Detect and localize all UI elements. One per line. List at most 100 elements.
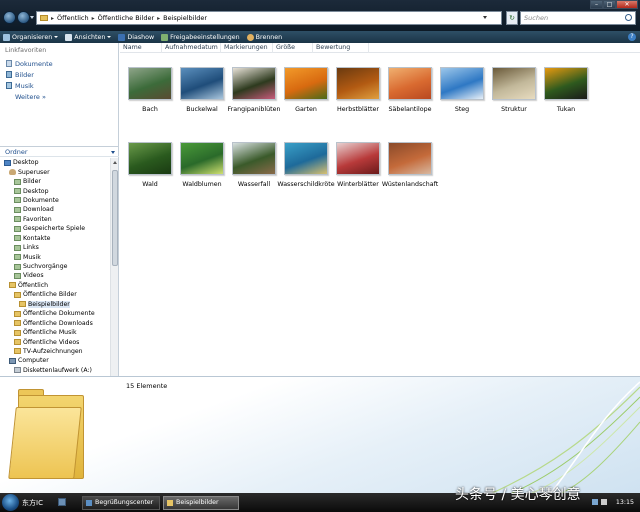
tree-item[interactable]: Bilder xyxy=(0,177,110,186)
image-thumbnail[interactable] xyxy=(128,67,172,100)
volume-icon[interactable] xyxy=(601,499,607,505)
maximize-button[interactable]: □ xyxy=(603,0,616,9)
favorites-title: Linkfavoriten xyxy=(5,47,47,54)
tree-item[interactable]: Desktop xyxy=(0,158,110,167)
column-size[interactable]: Größe xyxy=(273,43,313,53)
folder-tree: Desktop Superuser Bilder Desktop Dokumente Do… xyxy=(0,158,110,376)
tree-item[interactable]: Suchvorgänge xyxy=(0,262,110,271)
help-icon[interactable]: ? xyxy=(628,33,636,41)
column-date[interactable]: Aufnahmedatum xyxy=(162,43,221,53)
chevron-down-icon xyxy=(54,36,59,38)
window-controls: – □ ✕ xyxy=(590,0,638,9)
tree-item[interactable]: Öffentliche Videos xyxy=(0,337,110,346)
tree-item[interactable]: Desktop xyxy=(0,186,110,195)
file-name: Tukan xyxy=(556,106,576,113)
refresh-button[interactable]: ↻ xyxy=(506,11,518,25)
tree-item[interactable]: Öffentliche Dokumente xyxy=(0,309,110,318)
recent-pages-dropdown[interactable] xyxy=(30,16,34,19)
slideshow-button[interactable]: Diashow xyxy=(118,33,154,41)
tree-item[interactable]: Dokumente xyxy=(0,196,110,205)
chevron-right-icon[interactable]: ▸ xyxy=(157,15,160,22)
chevron-right-icon[interactable]: ▸ xyxy=(51,15,54,22)
image-thumbnail[interactable] xyxy=(180,67,224,100)
image-thumbnail[interactable] xyxy=(492,67,536,100)
network-icon[interactable] xyxy=(592,499,598,505)
navigation-pane: Linkfavoriten Dokumente Bilder Musik Wei… xyxy=(0,43,119,419)
image-thumbnail[interactable] xyxy=(232,142,276,175)
organize-button[interactable]: Organisieren xyxy=(3,33,59,41)
image-thumbnail[interactable] xyxy=(284,142,328,175)
library-folder-icon xyxy=(14,235,21,242)
minimize-button[interactable]: – xyxy=(590,0,603,9)
show-desktop-icon[interactable] xyxy=(58,498,66,506)
tree-item[interactable]: Beispielbilder xyxy=(0,300,110,309)
forward-button[interactable] xyxy=(17,11,30,24)
image-thumbnail[interactable] xyxy=(128,142,172,175)
chevron-right-icon[interactable]: ▸ xyxy=(92,15,95,22)
address-field[interactable]: ▸ Öffentlich ▸ Öffentliche Bilder ▸ Beis… xyxy=(36,11,502,25)
tree-item[interactable]: Gespeicherte Spiele xyxy=(0,224,110,233)
tree-item[interactable]: Download xyxy=(0,205,110,214)
tree-item[interactable]: Öffentliche Downloads xyxy=(0,318,110,327)
favorite-item-music[interactable]: Musik xyxy=(6,80,53,91)
column-rating[interactable]: Bewertung xyxy=(313,43,369,53)
task-welcome-center[interactable]: Begrüßungscenter xyxy=(82,496,160,510)
favorite-item-documents[interactable]: Dokumente xyxy=(6,58,53,69)
image-thumbnail[interactable] xyxy=(388,67,432,100)
image-thumbnail[interactable] xyxy=(336,67,380,100)
folders-label: Ordner xyxy=(5,148,28,156)
tree-item[interactable]: Öffentliche Musik xyxy=(0,328,110,337)
task-sample-pictures[interactable]: Beispielbilder xyxy=(163,496,239,510)
file-list-pane: Name Aufnahmedatum Markierungen Größe Be… xyxy=(120,43,640,376)
clock[interactable]: 13:15 xyxy=(616,499,634,506)
address-dropdown-icon[interactable] xyxy=(483,16,487,19)
sharing-button[interactable]: Freigabeeinstellungen xyxy=(161,33,240,41)
library-folder-icon xyxy=(14,216,21,223)
image-thumbnail[interactable] xyxy=(388,142,432,175)
column-tags[interactable]: Markierungen xyxy=(221,43,273,53)
tree-item[interactable]: Musik xyxy=(0,252,110,261)
scroll-up-icon[interactable] xyxy=(113,161,117,164)
tree-item[interactable]: TV-Aufzeichnungen xyxy=(0,347,110,356)
drive-icon xyxy=(14,367,21,374)
file-tile[interactable]: Wüstenlandschaft xyxy=(378,142,442,188)
search-icon[interactable] xyxy=(625,14,632,21)
image-thumbnail[interactable] xyxy=(544,67,588,100)
tree-item-label: Desktop xyxy=(23,187,49,195)
folders-header[interactable]: Ordner xyxy=(0,146,119,157)
burn-button[interactable]: Brennen xyxy=(246,33,282,41)
image-thumbnail[interactable] xyxy=(440,67,484,100)
tree-item[interactable]: Öffentlich xyxy=(0,281,110,290)
tree-item[interactable]: Öffentliche Bilder xyxy=(0,290,110,299)
tree-item[interactable]: Superuser xyxy=(0,167,110,176)
command-bar: Organisieren Ansichten Diashow Freigabee… xyxy=(0,31,640,43)
back-button[interactable] xyxy=(3,11,16,24)
favorite-item-pictures[interactable]: Bilder xyxy=(6,69,53,80)
image-thumbnail[interactable] xyxy=(284,67,328,100)
close-button[interactable]: ✕ xyxy=(616,0,638,9)
breadcrumb-0[interactable]: Öffentlich xyxy=(57,14,89,22)
tree-item[interactable]: Kontakte xyxy=(0,234,110,243)
file-tile[interactable]: Tukan xyxy=(534,67,598,113)
image-thumbnail[interactable] xyxy=(180,142,224,175)
breadcrumb-2[interactable]: Beispielbilder xyxy=(163,14,207,22)
image-thumbnail[interactable] xyxy=(232,67,276,100)
tree-item[interactable]: Videos xyxy=(0,271,110,280)
library-folder-icon xyxy=(14,188,21,195)
chevron-down-icon xyxy=(107,36,112,38)
tree-item-label: Download xyxy=(23,206,54,214)
tree-item[interactable]: Diskettenlaufwerk (A:) xyxy=(0,366,110,375)
image-thumbnail[interactable] xyxy=(336,142,380,175)
library-folder-icon xyxy=(14,254,21,261)
breadcrumb-1[interactable]: Öffentliche Bilder xyxy=(98,14,155,22)
tree-item-label: TV-Aufzeichnungen xyxy=(23,347,83,355)
views-button[interactable]: Ansichten xyxy=(65,33,112,41)
tree-item[interactable]: Favoriten xyxy=(0,215,110,224)
column-name[interactable]: Name xyxy=(120,43,162,53)
tree-item[interactable]: Computer xyxy=(0,356,110,365)
start-button[interactable] xyxy=(2,494,19,511)
more-links[interactable]: Weitere » xyxy=(6,91,53,102)
tree-item[interactable]: Links xyxy=(0,243,110,252)
details-pane: 15 Elemente xyxy=(0,376,640,493)
search-input[interactable]: Suchen xyxy=(520,11,636,25)
